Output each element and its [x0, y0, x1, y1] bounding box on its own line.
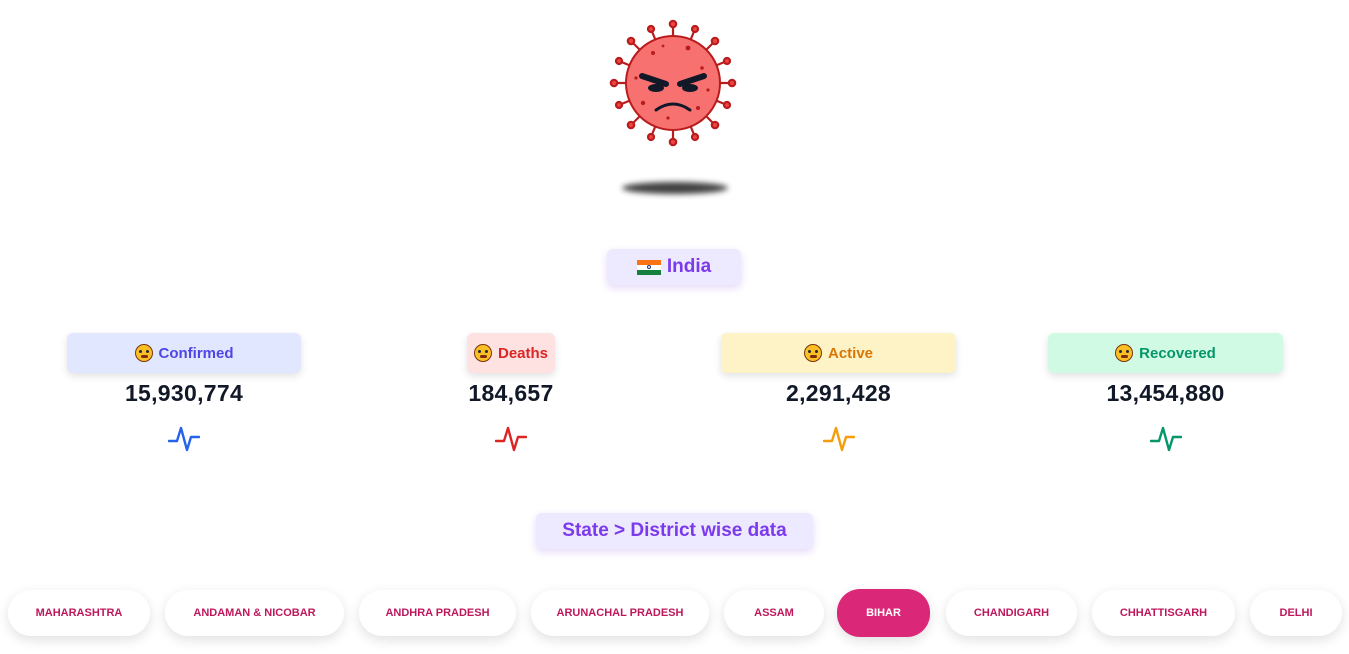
- pulse-icon: [822, 426, 855, 452]
- state-pill-chhattisgarh[interactable]: CHHATTISGARH: [1092, 590, 1235, 636]
- state-pill-delhi[interactable]: DELHI: [1250, 590, 1342, 636]
- confirmed-value: 15,930,774: [124, 380, 244, 406]
- grimacing-face-icon: [803, 344, 822, 362]
- country-name: India: [666, 256, 712, 277]
- active-value: 2,291,428: [785, 380, 892, 406]
- recovered-value: 13,454,880: [1106, 380, 1225, 406]
- state-pill-maharashtra[interactable]: MAHARASHTRA: [8, 590, 150, 636]
- deaths-value: 184,657: [468, 380, 554, 406]
- state-pill-arunachal-pradesh[interactable]: ARUNACHAL PRADESH: [531, 590, 709, 636]
- state-pill-bihar[interactable]: BIHAR: [837, 589, 930, 637]
- recovered-badge[interactable]: Recovered: [1048, 333, 1283, 373]
- virus-logo: [598, 18, 748, 148]
- stat-recovered: Recovered 13,454,880: [1048, 333, 1283, 453]
- confirmed-badge[interactable]: Confirmed: [67, 333, 301, 373]
- active-label: Active: [827, 344, 874, 362]
- recovered-label: Recovered: [1139, 344, 1216, 362]
- deaths-badge[interactable]: Deaths: [467, 333, 555, 373]
- stat-deaths: Deaths 184,657: [467, 333, 555, 453]
- confirmed-label: Confirmed: [158, 344, 234, 362]
- pulse-icon: [495, 426, 527, 452]
- country-badge[interactable]: India: [607, 249, 741, 285]
- pulse-icon: [1149, 426, 1182, 452]
- angry-virus-icon: [609, 19, 737, 147]
- india-flag-icon: [636, 259, 661, 275]
- state-pill-chandigarh[interactable]: CHANDIGARH: [946, 590, 1077, 636]
- section-title: State > District wise data: [536, 513, 813, 549]
- stat-confirmed: Confirmed 15,930,774: [67, 333, 301, 453]
- virus-shadow: [622, 182, 728, 194]
- active-badge[interactable]: Active: [721, 333, 956, 373]
- face-with-mask-icon: [1115, 344, 1134, 362]
- pulse-icon: [168, 426, 200, 452]
- stat-active: Active 2,291,428: [721, 333, 956, 453]
- state-pill-assam[interactable]: ASSAM: [724, 590, 824, 636]
- astonished-face-icon: [134, 344, 153, 362]
- state-pill-andhra-pradesh[interactable]: ANDHRA PRADESH: [359, 590, 516, 636]
- state-pill-andaman-nicobar[interactable]: ANDAMAN & NICOBAR: [165, 590, 344, 636]
- expressionless-face-icon: [473, 344, 492, 362]
- deaths-label: Deaths: [497, 344, 549, 362]
